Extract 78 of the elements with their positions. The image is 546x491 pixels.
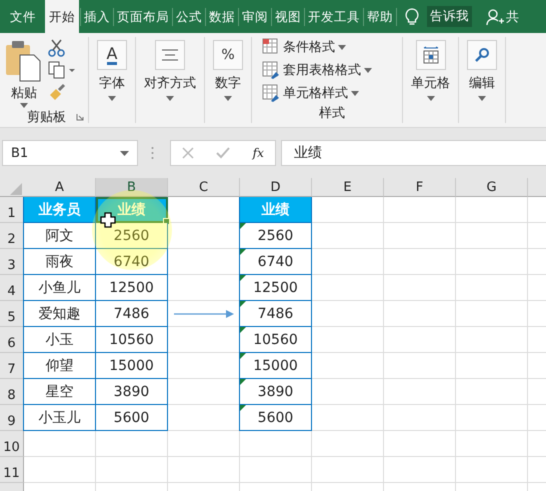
styles-menu-button[interactable]: 套用表格格式 [262, 60, 402, 80]
table-cell: 15000 [239, 353, 312, 379]
caret-icon [478, 96, 486, 101]
insert-function-button[interactable]: fx [252, 146, 264, 160]
ribbon-tab[interactable]: 开始 [45, 0, 79, 33]
table-cell: 2560 [96, 223, 168, 249]
table-cell: 小玉儿 [23, 405, 96, 431]
group-label: 剪贴板 [27, 109, 66, 126]
table-cell: 10560 [239, 327, 312, 353]
ribbon-tab[interactable]: 页面布局 [114, 0, 172, 33]
table-cell: 仰望 [23, 353, 96, 379]
column-header[interactable]: B [96, 178, 168, 197]
ribbon-tab[interactable]: 插入 [81, 0, 113, 33]
dialog-launcher-icon[interactable] [76, 113, 84, 121]
table-cell: 15000 [96, 353, 168, 379]
table-cell: 爱知趣 [23, 301, 96, 327]
align-center-icon [162, 49, 178, 61]
table-cell: 小玉 [23, 327, 96, 353]
scissors-icon[interactable] [48, 39, 66, 57]
ribbon-tab[interactable]: 审阅 [239, 0, 271, 33]
ribbon-tab[interactable]: 公式 [173, 0, 205, 33]
table-cell: 3890 [239, 379, 312, 405]
caret-icon [108, 96, 116, 101]
ribbon-tab[interactable]: 文件 [6, 0, 40, 33]
table-cell: 2560 [239, 223, 312, 249]
group-label: 样式 [319, 105, 345, 122]
ribbon-tab[interactable]: 视图 [272, 0, 304, 33]
name-box[interactable]: B1 [2, 140, 138, 166]
arrow [174, 310, 234, 318]
editing-group-button[interactable]: 编辑 [467, 37, 497, 101]
header-cell: 业绩 [239, 197, 312, 223]
table-cell: 7486 [239, 301, 312, 327]
table-cell: 5600 [96, 405, 168, 431]
ribbon-tab[interactable]: 开发工具 [305, 0, 363, 33]
formula-input[interactable]: 业绩 [281, 140, 546, 166]
table-cell: 7486 [96, 301, 168, 327]
caret-icon [338, 44, 346, 50]
table-cell: 5600 [239, 405, 312, 431]
cursor-icon [100, 212, 116, 228]
table-cell: 6740 [239, 249, 312, 275]
tell-me-field[interactable]: 告诉我 [427, 6, 472, 27]
copy-icon[interactable] [48, 61, 76, 79]
caret-icon [351, 90, 359, 96]
styles-menu-button[interactable]: 条件格式 [262, 37, 402, 57]
header-cell: 业务员 [23, 197, 96, 223]
styles-menu-button[interactable]: 单元格样式 [262, 83, 402, 103]
table-cell: 10560 [96, 327, 168, 353]
table-brush-icon [262, 61, 280, 79]
table-cell: 星空 [23, 379, 96, 405]
table-brush-icon [262, 84, 280, 102]
header-cell: 业绩 [96, 197, 168, 223]
paste-button[interactable]: 粘贴 [0, 37, 48, 108]
table-cell: 3890 [96, 379, 168, 405]
table-cell: 12500 [96, 275, 168, 301]
caret-icon [20, 103, 28, 108]
format-painter-icon[interactable] [48, 83, 66, 101]
table-cell: 12500 [239, 275, 312, 301]
table-cell: 阿文 [23, 223, 96, 249]
lightbulb-icon[interactable] [405, 8, 419, 26]
number-group-button[interactable]: % 数字 [213, 37, 243, 101]
caret-icon [224, 96, 232, 101]
table-grid-icon [422, 46, 440, 64]
grip-icon [151, 146, 154, 160]
caret-icon [166, 96, 174, 101]
ribbon-tab[interactable]: 帮助 [364, 0, 396, 33]
caret-icon [364, 68, 372, 72]
search-icon [474, 47, 490, 63]
person-add-icon[interactable] [486, 8, 504, 26]
table-cell: 雨夜 [23, 249, 96, 275]
font-group-button[interactable]: A 字体 [97, 37, 127, 101]
align-group-button[interactable]: 对齐方式 [144, 37, 196, 101]
cells-group-button[interactable]: 单元格 [411, 37, 450, 101]
share-label[interactable]: 共 [506, 8, 519, 26]
table-cell: 小鱼儿 [23, 275, 96, 301]
checkmark-icon[interactable] [216, 147, 230, 159]
caret-icon [426, 96, 434, 101]
conditional-format-icon [262, 38, 280, 56]
ribbon-tab[interactable]: 数据 [206, 0, 238, 33]
